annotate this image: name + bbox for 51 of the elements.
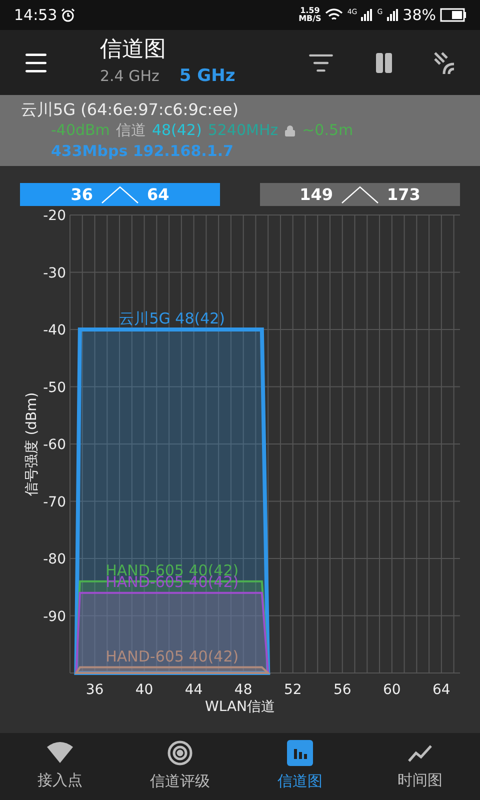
wifi-icon xyxy=(325,8,344,22)
y-axis-title: 信号强度 (dBm) xyxy=(24,392,40,496)
connection-detail: 5240MHz xyxy=(208,120,278,141)
y-tick-label: -80 xyxy=(43,552,66,568)
speed-value: 1.59 xyxy=(300,7,320,15)
y-tick-label: -90 xyxy=(43,608,66,625)
x-tick-label: 48 xyxy=(234,682,252,698)
caret-icon xyxy=(101,186,139,204)
x-tick-label: 44 xyxy=(184,682,203,698)
nav-tab[interactable]: 信道图 xyxy=(240,733,360,800)
cell-signal-icon xyxy=(386,9,399,21)
channel-range-tab[interactable]: 149 173 xyxy=(260,183,460,206)
nav-tab[interactable]: 时间图 xyxy=(360,733,480,800)
caret-icon xyxy=(341,186,379,204)
x-axis-title: WLAN信道 xyxy=(205,699,275,715)
y-tick-label: -50 xyxy=(43,380,66,396)
wifi-icon xyxy=(46,741,74,766)
x-tick-label: 56 xyxy=(333,682,352,698)
battery-icon xyxy=(440,8,466,22)
page-title: 信道图 xyxy=(100,36,167,64)
cell-signal-icon xyxy=(361,9,374,21)
alarm-clock-icon xyxy=(61,8,76,22)
x-tick-label: 36 xyxy=(86,682,104,698)
network-name: 云川5G (64:6e:97:c6:9c:ee) xyxy=(21,99,240,120)
channel-range-tab[interactable]: 36 64 xyxy=(20,183,220,206)
connection-detail: 信道 xyxy=(116,120,146,141)
lock-icon xyxy=(284,124,296,136)
connection-detail: ~0.5m xyxy=(302,120,354,141)
x-tick-label: 64 xyxy=(432,682,450,698)
y-tick-label: -30 xyxy=(43,265,66,282)
link-info: 433Mbps 192.168.1.7 xyxy=(50,141,234,162)
x-tick-label: 60 xyxy=(383,682,401,698)
y-tick-label: -40 xyxy=(43,322,66,338)
status-time: 14:53 xyxy=(14,4,58,26)
connection-detail: -40dBm xyxy=(51,120,110,141)
y-tick-label: -70 xyxy=(43,494,66,510)
nav-tab[interactable]: 接入点 xyxy=(0,733,120,800)
network-label: HAND-605 40(42) xyxy=(106,647,239,666)
x-tick-label: 40 xyxy=(135,682,154,698)
band-tab[interactable]: 2.4 GHz xyxy=(100,64,160,88)
y-tick-label: -20 xyxy=(43,208,66,224)
bar-chart-icon xyxy=(287,740,313,766)
battery-percent: 38% xyxy=(402,4,436,26)
y-tick-label: -60 xyxy=(43,437,66,453)
connection-detail: 48(42) xyxy=(152,120,202,141)
band-tab[interactable]: 5 GHz xyxy=(179,64,236,90)
signal-rings-icon xyxy=(167,740,193,766)
network-label: 云川5G 48(42) xyxy=(119,310,226,328)
x-tick-label: 52 xyxy=(284,682,302,698)
nav-tab[interactable]: 信道评级 xyxy=(120,733,240,800)
speed-unit: MB/S xyxy=(298,15,322,23)
